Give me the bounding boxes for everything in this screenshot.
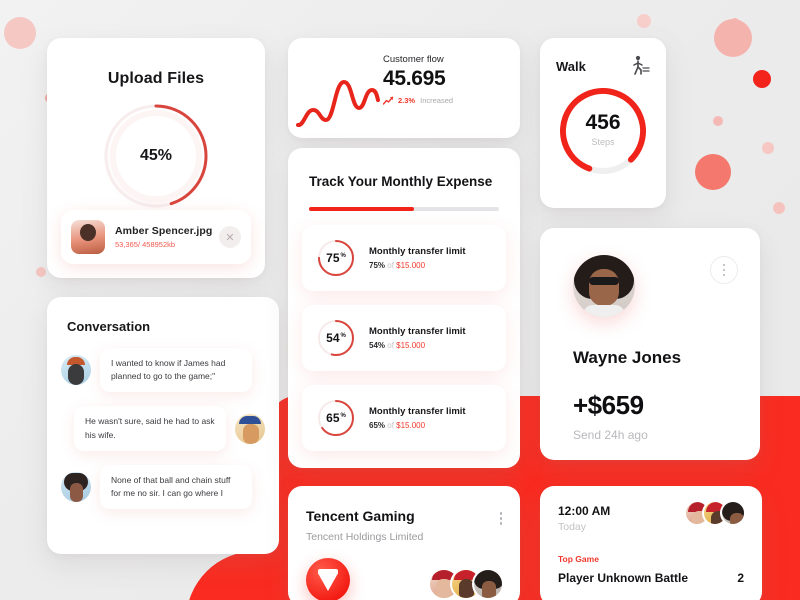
conversation-title: Conversation — [67, 319, 151, 334]
avatar — [61, 355, 91, 386]
more-vertical-icon[interactable] — [499, 508, 502, 525]
transfer-limit-ring-label: 75% — [326, 251, 346, 265]
file-meta: Amber Spencer.jpg 53,365/ 458952kb — [115, 225, 219, 249]
message-row[interactable]: He wasn't sure, said he had to ask his w… — [47, 406, 279, 451]
customer-flow-card: Customer flow 45.695 2.3% Increased — [288, 38, 520, 138]
transfer-limit-title: Monthly transfer limit — [369, 246, 466, 257]
transfer-limit-text: Monthly transfer limit 54% of $15.000 — [369, 326, 466, 350]
transfer-limit-item[interactable]: 54% Monthly transfer limit 54% of $15.00… — [302, 305, 506, 371]
message-bubble: None of that ball and chain stuff for me… — [100, 464, 252, 510]
customer-flow-label: Customer flow — [383, 54, 444, 65]
walk-card-title: Walk — [556, 58, 586, 74]
customer-flow-value: 45.695 — [383, 67, 446, 90]
uploaded-file-row[interactable]: Amber Spencer.jpg 53,365/ 458952kb ✕ — [61, 210, 251, 264]
top-game-card: 12:00 AM Today Top Game Player Unknown B… — [540, 486, 762, 600]
expense-card-title: Track Your Monthly Expense — [309, 174, 493, 189]
avatar-body — [583, 305, 625, 317]
transfer-limit-ring-label: 54% — [326, 331, 346, 345]
decorative-dot — [36, 267, 46, 277]
upload-card-title: Upload Files — [107, 70, 205, 87]
walking-person-icon — [633, 55, 650, 75]
customer-flow-info: Customer flow 45.695 2.3% Increased — [383, 38, 520, 138]
walk-card: Walk 456 Steps — [540, 38, 666, 208]
avatar — [472, 568, 504, 600]
upload-percent-label: 45% — [139, 147, 173, 164]
transaction-time: Send 24h ago — [573, 428, 648, 442]
tencent-card-header: Tencent Gaming — [288, 486, 520, 525]
sunglasses-icon — [589, 277, 619, 285]
walk-card-header: Walk — [540, 38, 666, 77]
upload-progress-ring: 45% — [102, 102, 210, 210]
transfer-limit-ring: 65% — [316, 398, 356, 438]
trend-up-icon — [383, 96, 394, 105]
transaction-card: Wayne Jones +$659 Send 24h ago — [540, 228, 760, 460]
tencent-gaming-card: Tencent Gaming Tencent Holdings Limited — [288, 486, 520, 600]
message-row[interactable]: None of that ball and chain stuff for me… — [47, 464, 279, 510]
walk-steps-label: Steps — [591, 137, 615, 147]
avatar — [235, 413, 265, 444]
tencent-subtitle: Tencent Holdings Limited — [306, 530, 424, 543]
transfer-limit-ring-label: 65% — [326, 411, 346, 425]
tencent-avatar-group[interactable] — [428, 568, 504, 600]
app-canvas: Upload Files 45% Amber Spencer.jpg 53,36… — [0, 0, 800, 600]
transfer-limit-title: Monthly transfer limit — [369, 326, 466, 337]
transfer-limit-title: Monthly transfer limit — [369, 406, 466, 417]
decorative-dot — [753, 70, 771, 88]
customer-flow-sparkline — [288, 38, 383, 138]
transfer-limit-ring: 54% — [316, 318, 356, 358]
transfer-limit-text: Monthly transfer limit 75% of $15.000 — [369, 246, 466, 270]
transaction-amount: +$659 — [573, 390, 644, 420]
file-size: 53,365/ 458952kb — [115, 240, 176, 249]
avatar — [61, 471, 91, 502]
top-game-name: Player Unknown Battle — [558, 571, 689, 585]
message-bubble: He wasn't sure, said he had to ask his w… — [74, 406, 226, 451]
sparkline-svg — [296, 80, 380, 127]
decorative-dot — [637, 14, 651, 28]
decorative-dot — [773, 202, 785, 214]
decorative-dot — [4, 17, 36, 49]
decorative-dot — [714, 19, 752, 57]
top-game-count: 2 — [737, 571, 744, 585]
file-name: Amber Spencer.jpg — [115, 225, 213, 237]
avatar — [720, 500, 746, 526]
decorative-dot — [695, 154, 731, 190]
transfer-limit-item[interactable]: 65% Monthly transfer limit 65% of $15.00… — [302, 385, 506, 451]
message-row[interactable]: I wanted to know if James had planned to… — [47, 348, 279, 393]
transfer-limit-sub: 75% of $15.000 — [369, 261, 426, 270]
decorative-dot — [713, 116, 723, 126]
customer-flow-delta-text: Increased — [420, 96, 454, 105]
walk-progress-ring: 456 Steps — [557, 85, 649, 177]
top-game-avatar-group[interactable] — [684, 500, 746, 526]
upload-files-card: Upload Files 45% Amber Spencer.jpg 53,36… — [47, 38, 265, 278]
avatar — [573, 255, 635, 317]
more-vertical-icon[interactable] — [710, 256, 738, 284]
transfer-limit-item[interactable]: 75% Monthly transfer limit 75% of $15.00… — [302, 225, 506, 291]
customer-flow-delta: 2.3% Increased — [383, 96, 520, 105]
top-game-section-label: Top Game — [558, 554, 599, 564]
decorative-dot — [762, 142, 774, 154]
message-bubble: I wanted to know if James had planned to… — [100, 348, 252, 393]
file-thumbnail — [71, 220, 105, 254]
transfer-limit-ring: 75% — [316, 238, 356, 278]
tencent-logo-icon — [306, 558, 350, 600]
transfer-limit-sub: 54% of $15.000 — [369, 341, 426, 350]
transaction-person-name: Wayne Jones — [573, 348, 682, 367]
walk-steps-value: 456 — [585, 111, 621, 134]
expense-progress-fill — [309, 207, 414, 211]
customer-flow-delta-pct: 2.3% — [398, 96, 416, 105]
monthly-expense-card: Track Your Monthly Expense 75% Monthly t… — [288, 148, 520, 468]
avatar-face — [589, 269, 619, 306]
tencent-title: Tencent Gaming — [306, 508, 415, 524]
transfer-limit-sub: 65% of $15.000 — [369, 421, 426, 430]
close-icon[interactable]: ✕ — [219, 226, 241, 248]
top-game-row[interactable]: Player Unknown Battle 2 — [540, 564, 762, 585]
transfer-limit-text: Monthly transfer limit 65% of $15.000 — [369, 406, 466, 430]
conversation-card: Conversation I wanted to know if James h… — [47, 297, 279, 554]
expense-progress-track[interactable] — [309, 207, 499, 211]
